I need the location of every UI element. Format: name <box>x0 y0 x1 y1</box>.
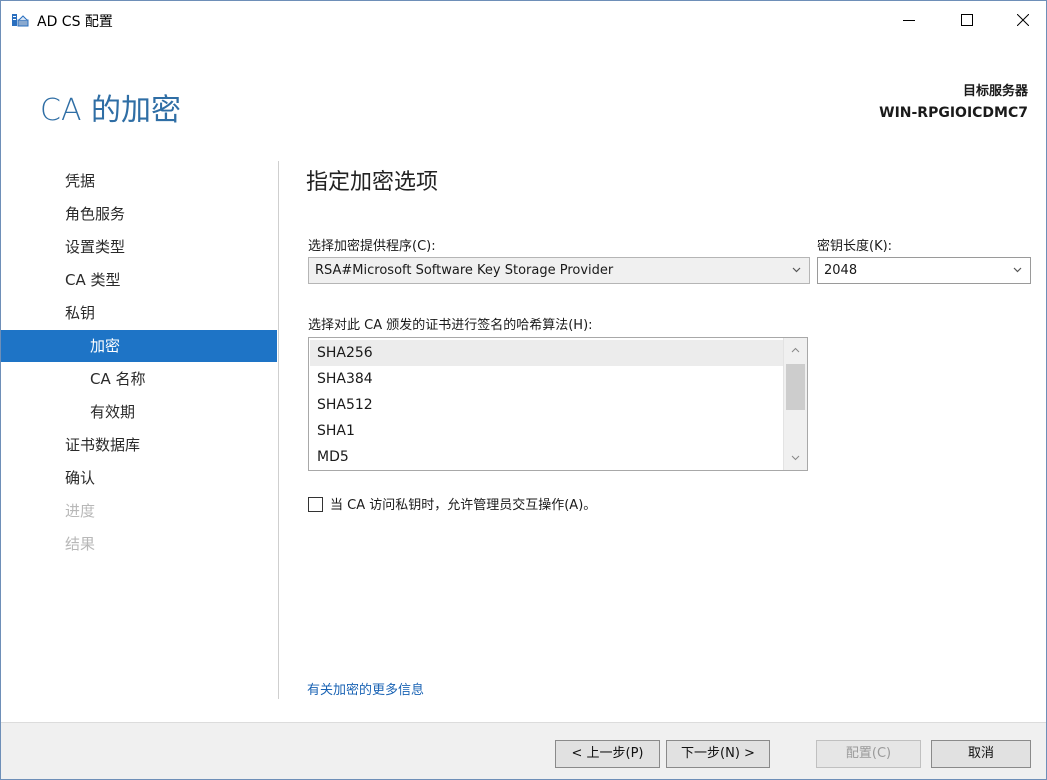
page-title: CA 的加密 <box>40 93 182 128</box>
nav-item-ca-type[interactable]: CA 类型 <box>1 264 277 296</box>
chevron-up-icon <box>791 347 800 353</box>
scroll-up-button[interactable] <box>784 340 807 360</box>
nav-item-credentials[interactable]: 凭据 <box>1 165 277 197</box>
scroll-thumb[interactable] <box>786 364 805 410</box>
provider-select-value: RSA#Microsoft Software Key Storage Provi… <box>315 263 614 278</box>
maximize-icon <box>961 14 973 26</box>
key-length-select[interactable]: 2048 <box>817 257 1031 284</box>
chevron-down-icon <box>792 267 801 273</box>
ad-cs-config-window: AD CS 配置 CA 的加密 目标服务器 WIN-RPGIOICDMC7 凭据… <box>0 0 1047 780</box>
nav-item-label: 证书数据库 <box>65 436 141 454</box>
close-button[interactable] <box>1000 1 1046 39</box>
list-item[interactable]: SHA1 <box>310 418 784 444</box>
nav-item-private-key[interactable]: 私钥 <box>1 297 277 329</box>
footer-bar: < 上一步(P) 下一步(N) > 配置(C) 取消 <box>1 722 1046 779</box>
nav-item-results: 结果 <box>1 528 277 560</box>
nav-item-progress: 进度 <box>1 495 277 527</box>
vertical-scrollbar[interactable] <box>783 338 807 470</box>
close-icon <box>1017 14 1029 26</box>
window-title: AD CS 配置 <box>37 14 113 30</box>
allow-admin-interaction-label[interactable]: 当 CA 访问私钥时，允许管理员交互操作(A)。 <box>330 494 596 513</box>
provider-select[interactable]: RSA#Microsoft Software Key Storage Provi… <box>308 257 810 284</box>
nav-item-label: 有效期 <box>90 403 136 421</box>
next-button[interactable]: 下一步(N) > <box>666 740 770 768</box>
nav-item-validity-period[interactable]: 有效期 <box>1 396 277 428</box>
nav-item-cryptography[interactable]: 加密 <box>1 330 277 362</box>
cancel-button[interactable]: 取消 <box>931 740 1031 768</box>
nav-item-label: 设置类型 <box>65 238 126 256</box>
key-length-label: 密钥长度(K): <box>817 239 893 254</box>
hash-algorithm-label: 选择对此 CA 颁发的证书进行签名的哈希算法(H): <box>308 318 593 333</box>
nav-item-confirmation[interactable]: 确认 <box>1 462 277 494</box>
title-bar[interactable]: AD CS 配置 <box>1 1 1046 39</box>
allow-admin-interaction-checkbox[interactable] <box>308 497 323 512</box>
more-info-link[interactable]: 有关加密的更多信息 <box>307 679 424 698</box>
nav-item-certificate-database[interactable]: 证书数据库 <box>1 429 277 461</box>
nav-item-label: 加密 <box>90 337 121 355</box>
section-title: 指定加密选项 <box>306 170 439 195</box>
nav-item-label: 确认 <box>65 469 96 487</box>
nav-item-ca-name[interactable]: CA 名称 <box>1 363 277 395</box>
target-server-name: WIN-RPGIOICDMC7 <box>879 105 1028 121</box>
nav-divider <box>278 161 279 699</box>
minimize-icon <box>903 20 915 21</box>
key-length-value: 2048 <box>824 263 858 278</box>
hash-algorithm-listbox[interactable]: SHA256 SHA384 SHA512 SHA1 MD5 <box>308 337 808 471</box>
nav-item-setup-type[interactable]: 设置类型 <box>1 231 277 263</box>
configure-button: 配置(C) <box>816 740 921 768</box>
list-item[interactable]: SHA256 <box>310 340 784 366</box>
nav-item-label: 角色服务 <box>65 205 126 223</box>
nav-item-label: 凭据 <box>65 172 96 190</box>
list-item[interactable]: SHA384 <box>310 366 784 392</box>
list-item[interactable]: MD5 <box>310 444 784 470</box>
provider-label: 选择加密提供程序(C): <box>308 239 436 254</box>
nav-item-role-services[interactable]: 角色服务 <box>1 198 277 230</box>
chevron-down-icon <box>1013 267 1022 273</box>
nav-item-label: 结果 <box>65 535 96 553</box>
nav-item-label: CA 类型 <box>65 271 121 289</box>
nav-item-label: CA 名称 <box>90 370 146 388</box>
maximize-button[interactable] <box>944 1 990 39</box>
nav-item-label: 进度 <box>65 502 96 520</box>
previous-button[interactable]: < 上一步(P) <box>555 740 660 768</box>
nav-item-label: 私钥 <box>65 304 96 322</box>
list-item[interactable]: SHA512 <box>310 392 784 418</box>
scroll-down-button[interactable] <box>784 448 807 468</box>
server-config-icon <box>11 12 29 28</box>
chevron-down-icon <box>791 455 800 461</box>
target-server-label: 目标服务器 <box>962 84 1028 99</box>
minimize-button[interactable] <box>886 1 932 39</box>
